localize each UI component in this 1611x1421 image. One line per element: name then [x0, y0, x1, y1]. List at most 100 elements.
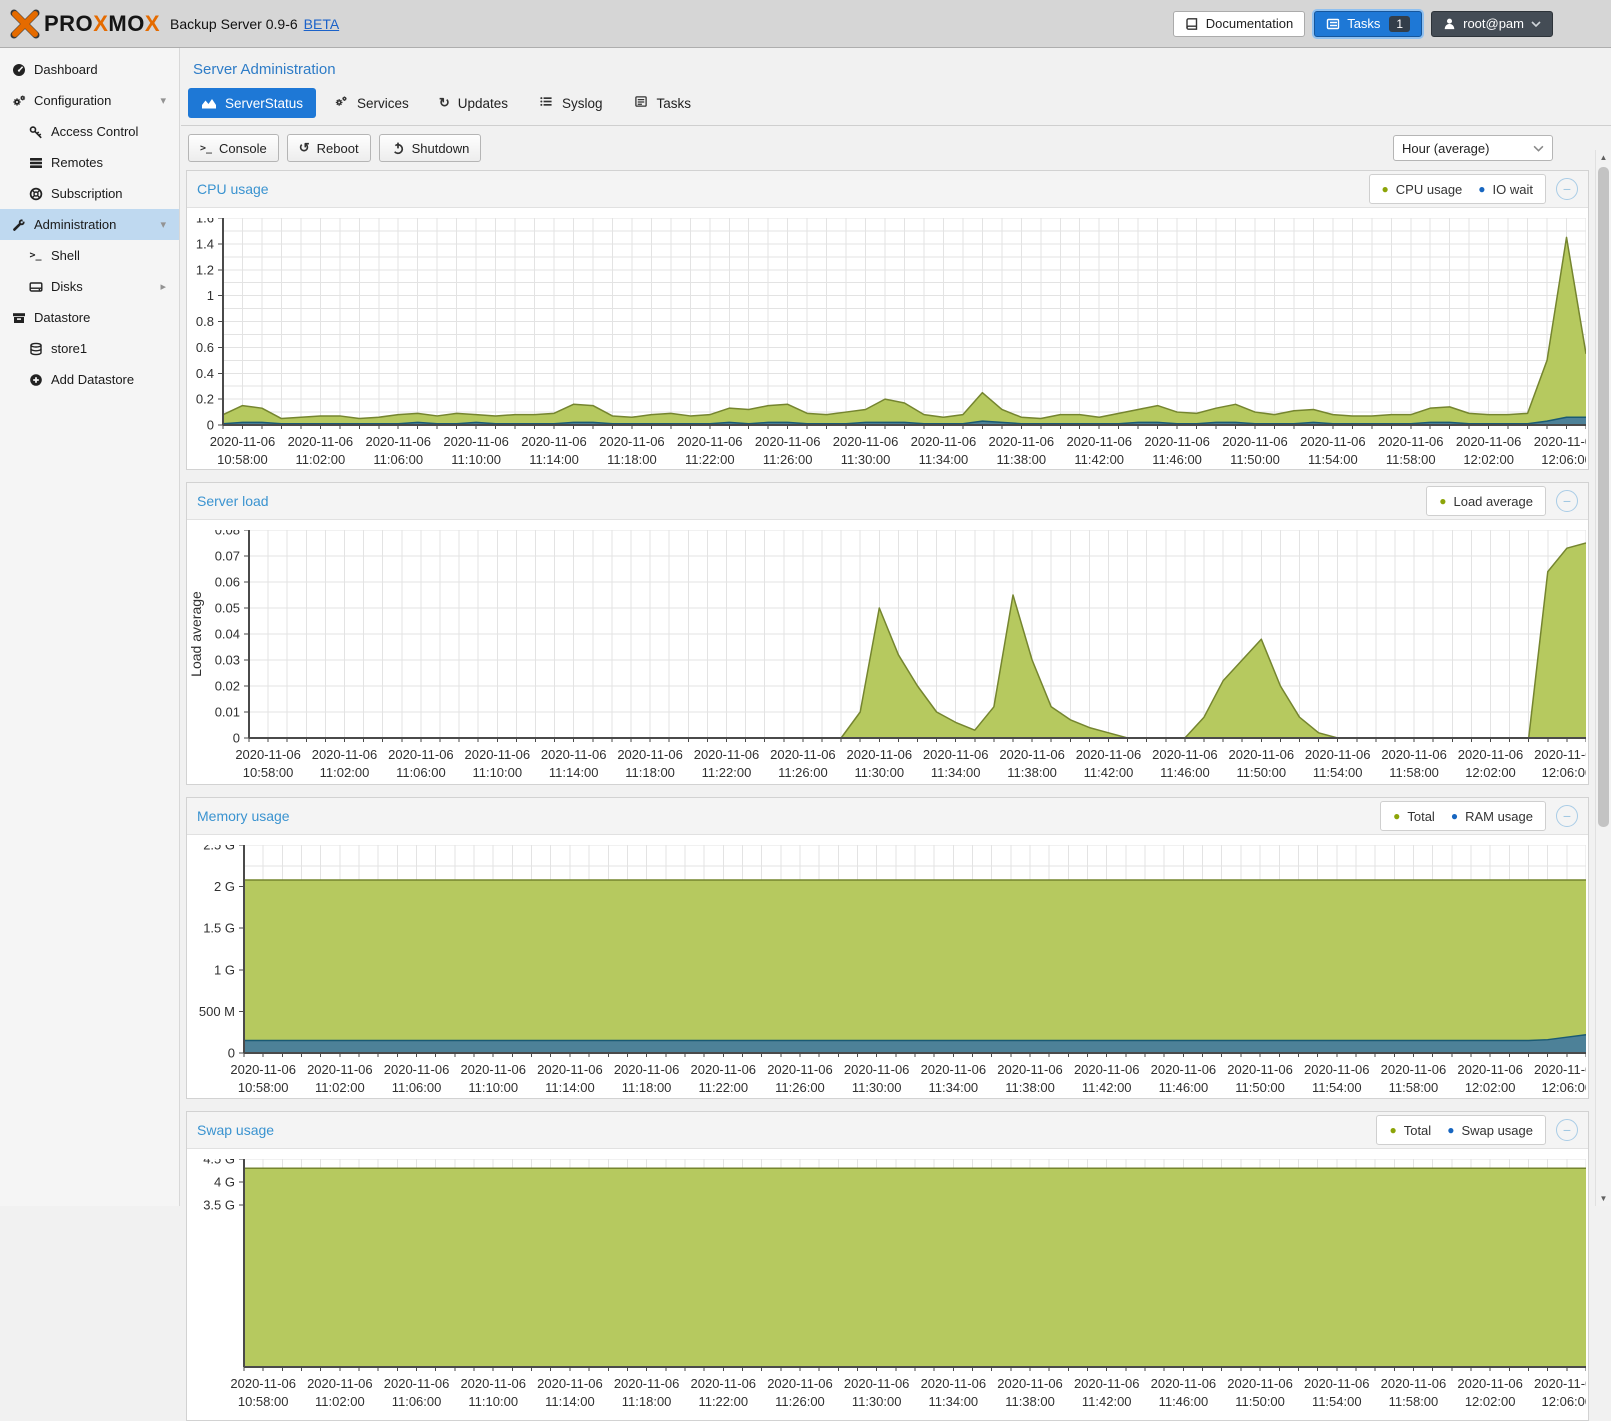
svg-text:11:30:00: 11:30:00: [854, 765, 904, 780]
sidebar-item-access-control[interactable]: Access Control: [0, 116, 179, 147]
area-chart-icon: [201, 97, 217, 110]
svg-text:11:22:00: 11:22:00: [685, 452, 735, 467]
collapse-icon[interactable]: −: [1556, 805, 1578, 827]
legend-dot-icon: ●: [1382, 183, 1389, 195]
timeframe-select[interactable]: Hour (average): [1393, 135, 1553, 161]
svg-text:11:14:00: 11:14:00: [549, 765, 599, 780]
sidebar-item-configuration[interactable]: Configuration ▾: [0, 85, 179, 116]
svg-text:2020-11-06: 2020-11-06: [1534, 747, 1586, 762]
svg-text:2020-11-06: 2020-11-06: [997, 1376, 1063, 1391]
svg-text:11:42:00: 11:42:00: [1084, 765, 1134, 780]
proxmox-logo[interactable]: PROXMOX: [10, 9, 160, 39]
reboot-button[interactable]: ↺ Reboot: [287, 134, 371, 162]
swap-usage-panel: Swap usage ●Total●Swap usage − 4.5 G4 G3…: [186, 1111, 1589, 1421]
shutdown-button[interactable]: Shutdown: [379, 134, 482, 162]
svg-text:1: 1: [207, 288, 214, 303]
svg-text:2020-11-06: 2020-11-06: [617, 747, 683, 762]
svg-text:2020-11-06: 2020-11-06: [614, 1376, 680, 1391]
toolbar: >_ Console ↺ Reboot Shutdown Hour (avera…: [181, 126, 1611, 170]
svg-text:11:06:00: 11:06:00: [392, 1394, 442, 1409]
legend-item[interactable]: ●Total: [1393, 809, 1435, 824]
svg-text:2 G: 2 G: [214, 879, 235, 894]
collapse-icon[interactable]: −: [1556, 178, 1578, 200]
svg-text:11:10:00: 11:10:00: [451, 452, 501, 467]
svg-text:11:22:00: 11:22:00: [698, 1080, 748, 1095]
svg-text:2020-11-06: 2020-11-06: [1300, 434, 1366, 449]
sidebar-item-administration[interactable]: Administration ▾: [0, 209, 179, 240]
svg-text:2020-11-06: 2020-11-06: [677, 434, 743, 449]
svg-text:1.4: 1.4: [196, 236, 214, 251]
legend-item[interactable]: ●IO wait: [1478, 182, 1533, 197]
svg-text:11:46:00: 11:46:00: [1152, 452, 1202, 467]
svg-text:12:02:00: 12:02:00: [1465, 1394, 1516, 1409]
svg-text:11:46:00: 11:46:00: [1159, 1394, 1209, 1409]
svg-text:11:50:00: 11:50:00: [1230, 452, 1280, 467]
scrollbar-thumb[interactable]: [1598, 167, 1609, 827]
legend-item[interactable]: ●CPU usage: [1382, 182, 1463, 197]
svg-text:11:26:00: 11:26:00: [775, 1394, 825, 1409]
life-ring-icon: [27, 187, 44, 201]
plus-circle-icon: [27, 373, 44, 387]
svg-text:2020-11-06: 2020-11-06: [388, 747, 454, 762]
svg-text:12:02:00: 12:02:00: [1463, 452, 1514, 467]
svg-text:2020-11-06: 2020-11-06: [1227, 1062, 1293, 1077]
svg-text:2020-11-06: 2020-11-06: [210, 434, 276, 449]
svg-text:4.5 G: 4.5 G: [203, 1159, 235, 1167]
sidebar-item-disks[interactable]: Disks ▸: [0, 271, 179, 302]
expand-arrow-icon[interactable]: ▸: [160, 280, 166, 293]
svg-text:0.08: 0.08: [215, 530, 240, 538]
sidebar-item-subscription[interactable]: Subscription: [0, 178, 179, 209]
legend-item[interactable]: ●Load average: [1439, 494, 1533, 509]
documentation-button[interactable]: Documentation: [1173, 11, 1305, 37]
sidebar-item-store1[interactable]: store1: [0, 333, 179, 364]
scroll-down-icon[interactable]: ▼: [1596, 1194, 1611, 1203]
tab-tasks[interactable]: Tasks: [620, 88, 705, 118]
tab-syslog[interactable]: Syslog: [525, 88, 616, 118]
load-panel-title: Server load: [197, 493, 269, 509]
collapse-icon[interactable]: −: [1556, 490, 1578, 512]
sidebar-item-shell[interactable]: >_ Shell: [0, 240, 179, 271]
collapse-arrow-icon[interactable]: ▾: [160, 218, 166, 231]
svg-text:11:06:00: 11:06:00: [373, 452, 423, 467]
vertical-scrollbar[interactable]: ▲ ▼: [1595, 150, 1611, 1206]
legend-item[interactable]: ●RAM usage: [1451, 809, 1533, 824]
svg-text:11:14:00: 11:14:00: [545, 1394, 595, 1409]
svg-text:2020-11-06: 2020-11-06: [767, 1376, 833, 1391]
sidebar-item-add-datastore[interactable]: Add Datastore: [0, 364, 179, 395]
cpu-usage-chart: 1.61.41.210.80.60.40.202020-11-0610:58:0…: [187, 218, 1588, 470]
beta-link[interactable]: BETA: [304, 16, 340, 32]
legend-item[interactable]: ●Swap usage: [1447, 1123, 1533, 1138]
scroll-up-icon[interactable]: ▲: [1596, 153, 1611, 162]
svg-text:12:02:00: 12:02:00: [1465, 765, 1516, 780]
swap-legend: ●Total ●Swap usage: [1376, 1115, 1546, 1145]
chart-cpu-svg: 1.61.41.210.80.60.40.202020-11-0610:58:0…: [187, 218, 1586, 470]
collapse-icon[interactable]: −: [1556, 1119, 1578, 1141]
svg-text:2020-11-06: 2020-11-06: [1222, 434, 1288, 449]
tab-updates[interactable]: ↻ Updates: [426, 88, 521, 118]
user-menu-button[interactable]: root@pam: [1431, 11, 1553, 37]
svg-text:2020-11-06: 2020-11-06: [767, 1062, 833, 1077]
svg-text:12:06:00: 12:06:00: [1542, 1080, 1586, 1095]
svg-text:11:50:00: 11:50:00: [1236, 765, 1286, 780]
svg-text:2020-11-06: 2020-11-06: [1074, 1062, 1140, 1077]
svg-text:2020-11-06: 2020-11-06: [997, 1062, 1063, 1077]
swap-usage-chart: 4.5 G4 G3.5 G2020-11-0610:58:002020-11-0…: [187, 1159, 1588, 1421]
tasks-button[interactable]: Tasks 1: [1314, 11, 1422, 37]
svg-text:2020-11-06: 2020-11-06: [1304, 1062, 1370, 1077]
tab-serverstatus[interactable]: ServerStatus: [188, 88, 316, 118]
server-list-icon: [27, 156, 44, 170]
svg-text:500 M: 500 M: [199, 1004, 235, 1019]
console-button[interactable]: >_ Console: [188, 134, 279, 162]
sidebar-item-datastore[interactable]: Datastore: [0, 302, 179, 333]
svg-text:0.06: 0.06: [215, 575, 240, 590]
tab-services[interactable]: Services: [320, 88, 422, 118]
legend-item[interactable]: ●Total: [1389, 1123, 1431, 1138]
svg-text:11:18:00: 11:18:00: [607, 452, 657, 467]
collapse-arrow-icon[interactable]: ▾: [160, 94, 166, 107]
svg-text:1 G: 1 G: [214, 962, 235, 977]
svg-text:2020-11-06: 2020-11-06: [1381, 747, 1447, 762]
svg-text:2020-11-06: 2020-11-06: [844, 1376, 910, 1391]
svg-text:0: 0: [233, 731, 240, 746]
sidebar-item-remotes[interactable]: Remotes: [0, 147, 179, 178]
sidebar-item-dashboard[interactable]: Dashboard: [0, 54, 179, 85]
